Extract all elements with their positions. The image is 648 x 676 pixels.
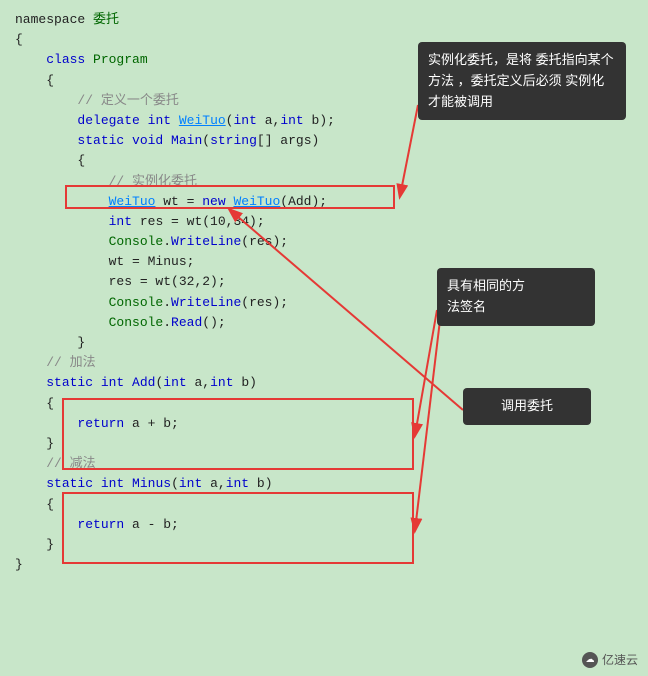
code-line: namespace 委托 [15, 10, 633, 30]
code-line: // 加法 [15, 353, 633, 373]
highlight-box-add-method [62, 398, 414, 470]
code-line: } [15, 333, 633, 353]
watermark: ☁ 亿速云 [582, 651, 638, 668]
code-line: Console.WriteLine(res); [15, 232, 633, 252]
annotation-signature: 具有相同的方法签名 [437, 268, 595, 326]
annotation-instantiation: 实例化委托，是将 委托指向某个方法 ，委托定义后必须 实例化才能被调用 [418, 42, 626, 120]
code-line: { [15, 151, 633, 171]
watermark-icon: ☁ [582, 652, 598, 668]
annotation-call: 调用委托 [463, 388, 591, 425]
highlight-box-minus-method [62, 492, 414, 564]
watermark-text: 亿速云 [602, 651, 638, 668]
highlight-box-instantiation [65, 185, 395, 209]
code-line: static void Main(string[] args) [15, 131, 633, 151]
code-line: int res = wt(10,34); [15, 212, 633, 232]
